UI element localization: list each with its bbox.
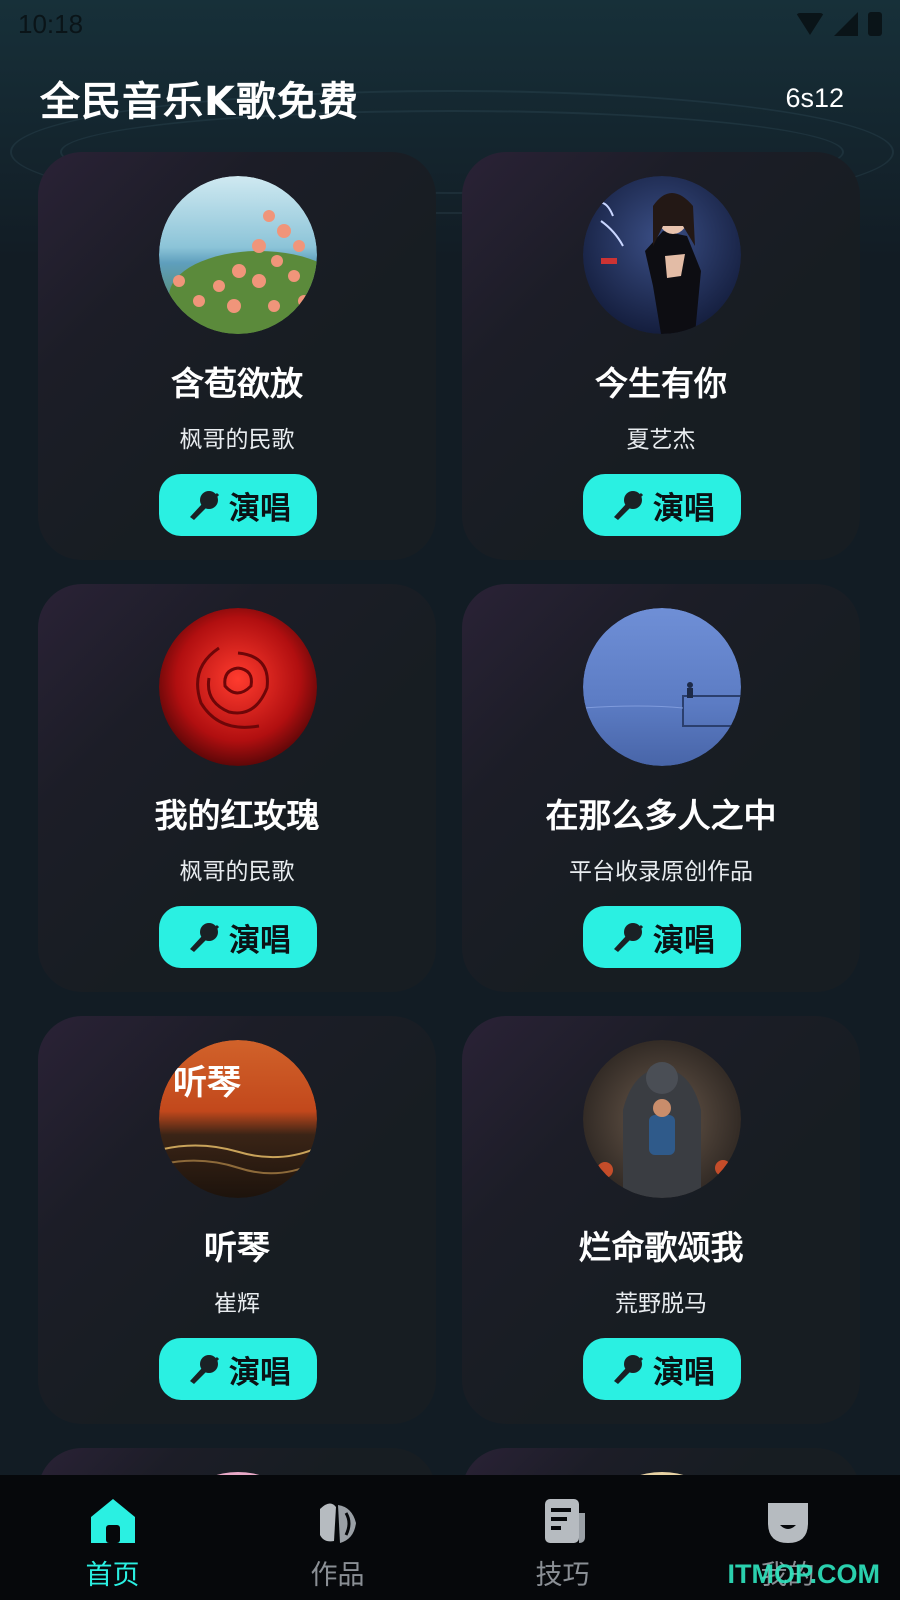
song-cover-image xyxy=(159,176,317,334)
sing-button-label: 演唱 xyxy=(653,490,715,527)
song-artist: 崔辉 xyxy=(214,1291,260,1317)
song-cover-image xyxy=(159,608,317,766)
bottom-navigation: 首页 作品 技巧 我的 ITMOP.COM xyxy=(0,1475,900,1600)
sing-button-label: 演唱 xyxy=(229,1354,291,1391)
version-label: 6s12 xyxy=(785,82,844,113)
microphone-icon xyxy=(614,491,644,520)
song-cover-image: 听琴 xyxy=(159,1040,317,1198)
battery-icon xyxy=(868,12,882,36)
sing-button-label: 演唱 xyxy=(653,922,715,959)
app-title: 全民音乐K歌免费 xyxy=(40,79,359,125)
song-title: 含苞欲放 xyxy=(171,364,303,403)
sing-button[interactable]: 演唱 xyxy=(583,474,741,536)
song-card[interactable]: 含苞欲放 枫哥的民歌 演唱 xyxy=(38,152,436,560)
cover-text: 听琴 xyxy=(173,1063,241,1103)
nav-tab-home[interactable]: 首页 xyxy=(0,1475,225,1600)
sing-button[interactable]: 演唱 xyxy=(159,474,317,536)
nav-tab-label: 技巧 xyxy=(535,1560,590,1591)
song-cover-image xyxy=(583,1040,741,1198)
song-artist: 平台收录原创作品 xyxy=(569,859,753,885)
microphone-icon xyxy=(614,923,644,952)
song-artist: 夏艺杰 xyxy=(626,427,696,453)
home-icon xyxy=(90,1499,135,1543)
sing-button-label: 演唱 xyxy=(229,490,291,527)
song-card[interactable]: 烂命歌颂我 荒野脱马 演唱 xyxy=(462,1016,860,1424)
sing-button[interactable]: 演唱 xyxy=(583,906,741,968)
status-icons xyxy=(796,12,882,36)
song-title: 听琴 xyxy=(204,1228,270,1267)
microphone-icon xyxy=(190,1355,220,1384)
nav-tab-label: 作品 xyxy=(310,1560,365,1591)
song-artist: 枫哥的民歌 xyxy=(179,427,295,453)
nav-tab-tips[interactable]: 技巧 xyxy=(450,1475,675,1600)
profile-icon xyxy=(767,1503,808,1543)
song-title: 烂命歌颂我 xyxy=(578,1228,744,1267)
status-bar: 10:18 xyxy=(0,0,900,48)
song-title: 在那么多人之中 xyxy=(545,796,777,835)
works-icon xyxy=(319,1503,356,1543)
sing-button[interactable]: 演唱 xyxy=(583,1338,741,1400)
song-artist: 枫哥的民歌 xyxy=(179,859,295,885)
signal-icon xyxy=(834,12,858,36)
song-card[interactable]: 听琴 听琴 崔辉 演唱 xyxy=(38,1016,436,1424)
microphone-icon xyxy=(190,491,220,520)
nav-tab-label: 首页 xyxy=(85,1560,140,1591)
song-title: 今生有你 xyxy=(595,364,727,403)
sing-button-label: 演唱 xyxy=(653,1354,715,1391)
song-cover-image xyxy=(583,176,741,334)
status-time: 10:18 xyxy=(18,8,84,39)
microphone-icon xyxy=(614,1355,644,1384)
page-header: 全民音乐K歌免费 6s12 xyxy=(40,68,844,128)
song-title: 我的红玫瑰 xyxy=(154,796,320,835)
nav-tab-works[interactable]: 作品 xyxy=(225,1475,450,1600)
song-cover-image xyxy=(583,608,741,766)
sing-button[interactable]: 演唱 xyxy=(159,906,317,968)
tips-icon xyxy=(544,1499,585,1543)
sing-button[interactable]: 演唱 xyxy=(159,1338,317,1400)
sing-button-label: 演唱 xyxy=(229,922,291,959)
song-card[interactable]: 在那么多人之中 平台收录原创作品 演唱 xyxy=(462,584,860,992)
song-artist: 荒野脱马 xyxy=(615,1291,707,1317)
song-card[interactable]: 今生有你 夏艺杰 演唱 xyxy=(462,152,860,560)
watermark: ITMOP.COM xyxy=(727,1559,880,1589)
song-card[interactable]: 我的红玫瑰 枫哥的民歌 演唱 xyxy=(38,584,436,992)
wifi-icon xyxy=(796,13,824,35)
microphone-icon xyxy=(190,923,220,952)
